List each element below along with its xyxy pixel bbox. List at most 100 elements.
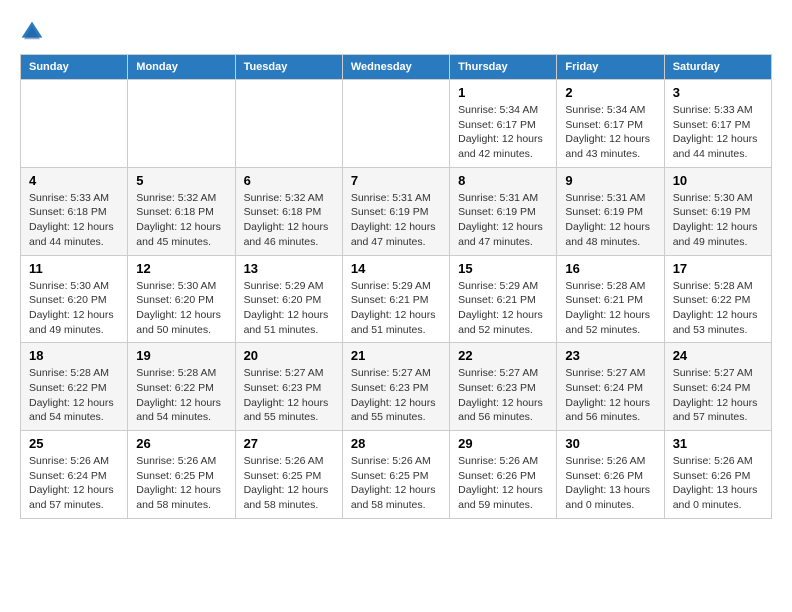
calendar-cell: 16 Sunrise: 5:28 AM Sunset: 6:21 PM Dayli… (557, 255, 664, 343)
day-number: 19 (136, 348, 226, 363)
column-header-sunday: Sunday (21, 55, 128, 80)
day-info: Sunrise: 5:28 AM Sunset: 6:22 PM Dayligh… (136, 366, 226, 425)
day-info: Sunrise: 5:31 AM Sunset: 6:19 PM Dayligh… (565, 191, 655, 250)
day-number: 14 (351, 261, 441, 276)
day-number: 28 (351, 436, 441, 451)
calendar-cell: 29 Sunrise: 5:26 AM Sunset: 6:26 PM Dayli… (450, 431, 557, 519)
day-number: 4 (29, 173, 119, 188)
day-info: Sunrise: 5:27 AM Sunset: 6:23 PM Dayligh… (244, 366, 334, 425)
day-info: Sunrise: 5:26 AM Sunset: 6:25 PM Dayligh… (136, 454, 226, 513)
day-number: 17 (673, 261, 763, 276)
day-number: 18 (29, 348, 119, 363)
calendar-header-row: SundayMondayTuesdayWednesdayThursdayFrid… (21, 55, 772, 80)
calendar-cell: 11 Sunrise: 5:30 AM Sunset: 6:20 PM Dayli… (21, 255, 128, 343)
calendar-cell: 18 Sunrise: 5:28 AM Sunset: 6:22 PM Dayli… (21, 343, 128, 431)
calendar-cell: 12Sunrise: 5:30 AM Sunset: 6:20 PM Dayli… (128, 255, 235, 343)
day-info: Sunrise: 5:27 AM Sunset: 6:24 PM Dayligh… (565, 366, 655, 425)
calendar-table: SundayMondayTuesdayWednesdayThursdayFrid… (20, 54, 772, 519)
day-number: 7 (351, 173, 441, 188)
day-info: Sunrise: 5:33 AM Sunset: 6:17 PM Dayligh… (673, 103, 763, 162)
day-info: Sunrise: 5:31 AM Sunset: 6:19 PM Dayligh… (458, 191, 548, 250)
calendar-cell: 8 Sunrise: 5:31 AM Sunset: 6:19 PM Daylig… (450, 167, 557, 255)
day-info: Sunrise: 5:29 AM Sunset: 6:21 PM Dayligh… (351, 279, 441, 338)
day-number: 13 (244, 261, 334, 276)
day-info: Sunrise: 5:30 AM Sunset: 6:19 PM Dayligh… (673, 191, 763, 250)
calendar-cell: 10 Sunrise: 5:30 AM Sunset: 6:19 PM Dayli… (664, 167, 771, 255)
calendar-week-row: 1 Sunrise: 5:34 AM Sunset: 6:17 PM Daylig… (21, 80, 772, 168)
day-info: Sunrise: 5:30 AM Sunset: 6:20 PM Dayligh… (29, 279, 119, 338)
day-number: 8 (458, 173, 548, 188)
day-info: Sunrise: 5:32 AM Sunset: 6:18 PM Dayligh… (136, 191, 226, 250)
calendar-cell (342, 80, 449, 168)
calendar-cell: 28Sunrise: 5:26 AM Sunset: 6:25 PM Dayli… (342, 431, 449, 519)
calendar-week-row: 18 Sunrise: 5:28 AM Sunset: 6:22 PM Dayli… (21, 343, 772, 431)
day-info: Sunrise: 5:34 AM Sunset: 6:17 PM Dayligh… (458, 103, 548, 162)
calendar-cell: 5 Sunrise: 5:32 AM Sunset: 6:18 PM Daylig… (128, 167, 235, 255)
calendar-cell (128, 80, 235, 168)
day-number: 15 (458, 261, 548, 276)
day-info: Sunrise: 5:28 AM Sunset: 6:22 PM Dayligh… (673, 279, 763, 338)
day-number: 30 (565, 436, 655, 451)
column-header-thursday: Thursday (450, 55, 557, 80)
day-info: Sunrise: 5:26 AM Sunset: 6:26 PM Dayligh… (673, 454, 763, 513)
calendar-cell: 30 Sunrise: 5:26 AM Sunset: 6:26 PM Dayli… (557, 431, 664, 519)
day-number: 5 (136, 173, 226, 188)
day-info: Sunrise: 5:26 AM Sunset: 6:25 PM Dayligh… (244, 454, 334, 513)
day-number: 25 (29, 436, 119, 451)
day-number: 16 (565, 261, 655, 276)
column-header-friday: Friday (557, 55, 664, 80)
day-number: 24 (673, 348, 763, 363)
day-number: 6 (244, 173, 334, 188)
day-info: Sunrise: 5:26 AM Sunset: 6:26 PM Dayligh… (565, 454, 655, 513)
day-info: Sunrise: 5:31 AM Sunset: 6:19 PM Dayligh… (351, 191, 441, 250)
calendar-cell: 22Sunrise: 5:27 AM Sunset: 6:23 PM Dayli… (450, 343, 557, 431)
day-number: 27 (244, 436, 334, 451)
calendar-cell: 9 Sunrise: 5:31 AM Sunset: 6:19 PM Daylig… (557, 167, 664, 255)
calendar-cell: 1 Sunrise: 5:34 AM Sunset: 6:17 PM Daylig… (450, 80, 557, 168)
day-number: 29 (458, 436, 548, 451)
day-number: 26 (136, 436, 226, 451)
day-number: 10 (673, 173, 763, 188)
calendar-cell: 17 Sunrise: 5:28 AM Sunset: 6:22 PM Dayli… (664, 255, 771, 343)
calendar-cell: 25 Sunrise: 5:26 AM Sunset: 6:24 PM Dayli… (21, 431, 128, 519)
calendar-week-row: 11 Sunrise: 5:30 AM Sunset: 6:20 PM Dayli… (21, 255, 772, 343)
day-number: 9 (565, 173, 655, 188)
day-number: 3 (673, 85, 763, 100)
calendar-week-row: 25 Sunrise: 5:26 AM Sunset: 6:24 PM Dayli… (21, 431, 772, 519)
day-info: Sunrise: 5:29 AM Sunset: 6:21 PM Dayligh… (458, 279, 548, 338)
day-number: 11 (29, 261, 119, 276)
column-header-saturday: Saturday (664, 55, 771, 80)
day-info: Sunrise: 5:28 AM Sunset: 6:22 PM Dayligh… (29, 366, 119, 425)
day-info: Sunrise: 5:33 AM Sunset: 6:18 PM Dayligh… (29, 191, 119, 250)
calendar-cell: 26 Sunrise: 5:26 AM Sunset: 6:25 PM Dayli… (128, 431, 235, 519)
logo (20, 20, 48, 44)
calendar-cell (235, 80, 342, 168)
day-number: 21 (351, 348, 441, 363)
day-number: 31 (673, 436, 763, 451)
column-header-wednesday: Wednesday (342, 55, 449, 80)
day-number: 23 (565, 348, 655, 363)
day-number: 1 (458, 85, 548, 100)
calendar-cell: 19 Sunrise: 5:28 AM Sunset: 6:22 PM Dayli… (128, 343, 235, 431)
calendar-cell: 4 Sunrise: 5:33 AM Sunset: 6:18 PM Daylig… (21, 167, 128, 255)
logo-icon (20, 20, 44, 44)
day-info: Sunrise: 5:26 AM Sunset: 6:24 PM Dayligh… (29, 454, 119, 513)
day-info: Sunrise: 5:34 AM Sunset: 6:17 PM Dayligh… (565, 103, 655, 162)
day-number: 20 (244, 348, 334, 363)
page-header (20, 20, 772, 44)
calendar-cell: 27 Sunrise: 5:26 AM Sunset: 6:25 PM Dayli… (235, 431, 342, 519)
calendar-week-row: 4 Sunrise: 5:33 AM Sunset: 6:18 PM Daylig… (21, 167, 772, 255)
day-number: 22 (458, 348, 548, 363)
day-info: Sunrise: 5:27 AM Sunset: 6:23 PM Dayligh… (351, 366, 441, 425)
calendar-cell (21, 80, 128, 168)
calendar-cell: 23 Sunrise: 5:27 AM Sunset: 6:24 PM Dayli… (557, 343, 664, 431)
calendar-cell: 24 Sunrise: 5:27 AM Sunset: 6:24 PM Dayli… (664, 343, 771, 431)
day-info: Sunrise: 5:27 AM Sunset: 6:24 PM Dayligh… (673, 366, 763, 425)
day-info: Sunrise: 5:30 AM Sunset: 6:20 PM Dayligh… (136, 279, 226, 338)
calendar-cell: 6 Sunrise: 5:32 AM Sunset: 6:18 PM Daylig… (235, 167, 342, 255)
day-info: Sunrise: 5:26 AM Sunset: 6:26 PM Dayligh… (458, 454, 548, 513)
day-info: Sunrise: 5:28 AM Sunset: 6:21 PM Dayligh… (565, 279, 655, 338)
day-info: Sunrise: 5:32 AM Sunset: 6:18 PM Dayligh… (244, 191, 334, 250)
calendar-cell: 14 Sunrise: 5:29 AM Sunset: 6:21 PM Dayli… (342, 255, 449, 343)
column-header-tuesday: Tuesday (235, 55, 342, 80)
